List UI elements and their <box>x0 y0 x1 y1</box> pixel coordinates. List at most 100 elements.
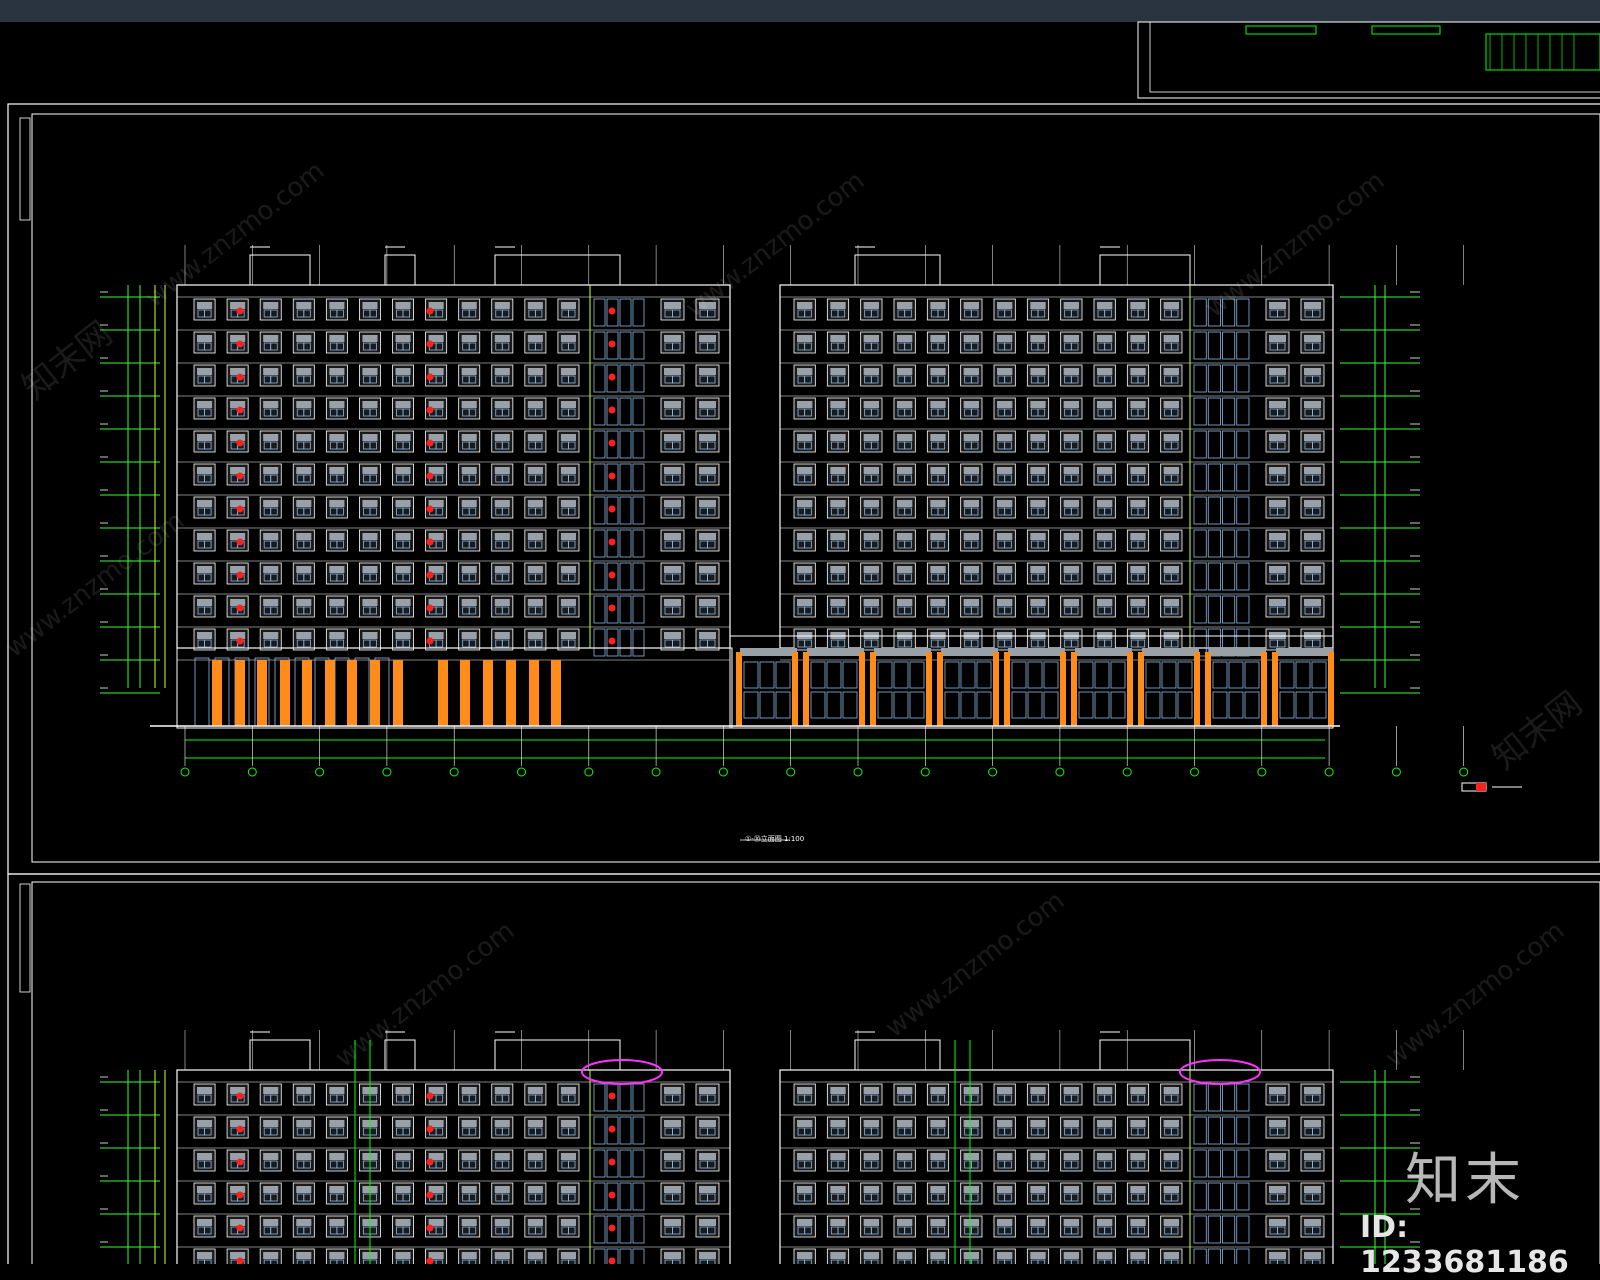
window-sill <box>1163 566 1179 573</box>
window-sill <box>395 599 411 606</box>
window-sill <box>329 434 345 441</box>
curtain-wall-panel <box>593 529 606 558</box>
window-sill <box>362 401 378 408</box>
window-sill <box>1063 302 1079 309</box>
window-sill <box>963 1252 979 1259</box>
window-sill <box>296 368 312 375</box>
podium-window <box>1110 661 1126 689</box>
roof-structure <box>494 1039 621 1071</box>
window-sill <box>1030 1219 1046 1226</box>
window-sill <box>1269 1120 1286 1127</box>
window-sill <box>664 401 681 408</box>
window-sill <box>230 1120 246 1127</box>
curtain-wall-panel <box>1222 1116 1236 1145</box>
window-sill <box>494 335 510 342</box>
window-sill <box>897 434 913 441</box>
podium-window <box>1078 661 1094 689</box>
red-mark <box>426 472 434 480</box>
red-mark <box>608 538 616 546</box>
curtain-wall-panel <box>632 595 645 624</box>
window-sill <box>560 1186 576 1193</box>
canopy <box>1276 648 1333 656</box>
window-sill <box>863 1153 879 1160</box>
window-sill <box>963 533 979 540</box>
podium-window <box>1161 691 1177 719</box>
window-sill <box>263 1219 279 1226</box>
podium-window <box>810 691 826 719</box>
window-sill <box>197 1153 213 1160</box>
orange-pillar <box>736 652 742 726</box>
window-sill <box>797 566 813 573</box>
red-mark <box>236 340 244 348</box>
podium-window <box>1279 661 1295 689</box>
podium-window <box>877 661 893 689</box>
window-sill <box>1163 434 1179 441</box>
window-sill <box>395 632 411 639</box>
window-sill <box>1163 1252 1179 1259</box>
curtain-wall-panel <box>1207 331 1221 360</box>
window-sill <box>797 434 813 441</box>
window-sill <box>296 467 312 474</box>
window-sill <box>1163 1219 1179 1226</box>
orange-pillar <box>1138 652 1144 726</box>
window-sill <box>362 467 378 474</box>
window-sill <box>1030 1252 1046 1259</box>
window-sill <box>494 1252 510 1259</box>
curtain-wall-panel <box>632 1248 645 1264</box>
window-sill <box>1030 533 1046 540</box>
window-sill <box>494 566 510 573</box>
sheet-frame-inner <box>31 881 1600 1264</box>
window-sill <box>230 533 246 540</box>
window-sill <box>1130 533 1146 540</box>
window-sill <box>329 302 345 309</box>
legend-mark <box>1476 783 1486 791</box>
cad-drawing-canvas <box>7 21 1600 1264</box>
window-sill <box>897 599 913 606</box>
brand-id-text: ID: 1233681186 <box>1360 1210 1569 1280</box>
window-sill <box>1130 302 1146 309</box>
curtain-wall-panel <box>1193 397 1207 426</box>
window-sill <box>296 1087 312 1094</box>
window-sill <box>1063 1120 1079 1127</box>
curtain-wall-panel <box>1193 1215 1207 1244</box>
window-sill <box>329 1153 345 1160</box>
window-sill <box>230 335 246 342</box>
window-sill <box>1269 1186 1286 1193</box>
window-sill <box>963 335 979 342</box>
podium-window <box>1311 661 1327 689</box>
podium-window <box>944 691 960 719</box>
window-sill <box>897 1120 913 1127</box>
window-sill <box>395 1252 411 1259</box>
window-sill <box>197 1186 213 1193</box>
canopy <box>1142 648 1199 656</box>
curtain-wall-panel <box>593 397 606 426</box>
orange-pillar <box>870 652 876 726</box>
podium-window <box>1094 691 1110 719</box>
window-sill <box>997 1120 1013 1127</box>
window-sill <box>1130 1087 1146 1094</box>
window-sill <box>1130 467 1146 474</box>
curtain-wall-panel <box>619 430 632 459</box>
window-sill <box>863 1087 879 1094</box>
window-sill <box>1063 401 1079 408</box>
window-sill <box>1030 302 1046 309</box>
window-sill <box>560 632 576 639</box>
window-sill <box>1163 533 1179 540</box>
curtain-wall-panel <box>1207 1248 1221 1264</box>
podium-window <box>1043 661 1059 689</box>
red-mark <box>426 571 434 579</box>
curtain-wall-panel <box>1207 1116 1221 1145</box>
window-sill <box>930 500 946 507</box>
window-sill <box>1063 1153 1079 1160</box>
window-sill <box>329 335 345 342</box>
axis-bubble <box>786 767 796 777</box>
window-sill <box>230 1153 246 1160</box>
window-sill <box>963 1186 979 1193</box>
curtain-wall-panel <box>619 1116 632 1145</box>
window-sill <box>1163 1120 1179 1127</box>
curtain-wall-panel <box>619 1215 632 1244</box>
orange-pillar <box>1127 652 1133 726</box>
window-sill <box>1063 434 1079 441</box>
window-sill <box>897 368 913 375</box>
window-sill <box>362 566 378 573</box>
